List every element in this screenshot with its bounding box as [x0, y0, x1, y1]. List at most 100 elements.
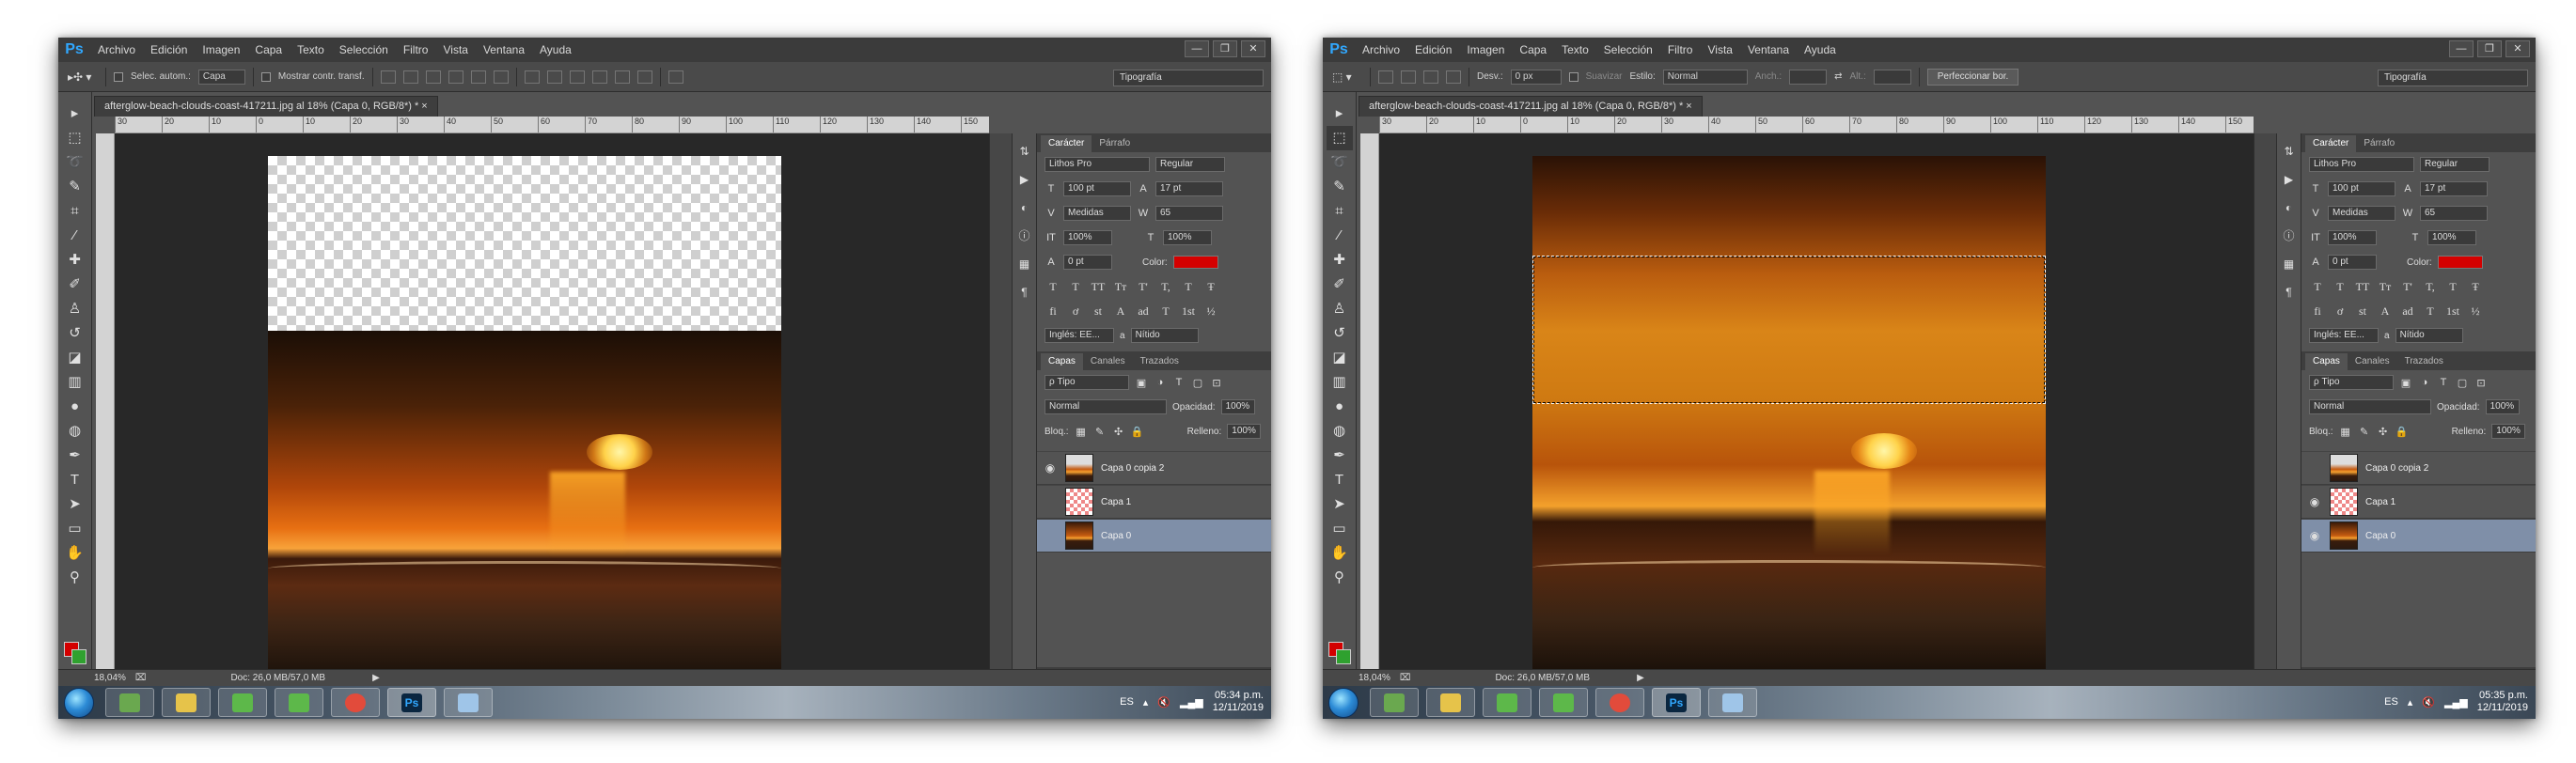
opacity-field[interactable]: 100%	[1220, 399, 1255, 414]
menu-ayuda[interactable]: Ayuda	[1804, 43, 1836, 56]
menu-texto[interactable]: Texto	[1562, 43, 1589, 56]
restore-button[interactable]: ❐	[1213, 40, 1237, 57]
leading-field[interactable]: 17 pt	[1155, 181, 1223, 196]
menu-edicion[interactable]: Edición	[150, 43, 187, 56]
volume-icon[interactable]: 🔇	[2422, 696, 2435, 708]
vertical-scale-field[interactable]: 100%	[2328, 230, 2377, 245]
alt-ligatures-button[interactable]: ơ	[2332, 304, 2348, 319]
paragraph-styles-icon[interactable]: ¶	[1016, 284, 1033, 301]
distribute-left-icon[interactable]	[591, 70, 607, 84]
superscript-button[interactable]: T'	[2399, 280, 2416, 294]
eraser-tool-icon[interactable]: ◪	[62, 346, 88, 370]
font-family-dropdown[interactable]: Lithos Pro	[2309, 157, 2414, 172]
eye-hidden-icon[interactable]	[2307, 460, 2322, 475]
play-icon[interactable]: ▶	[1016, 171, 1033, 188]
antialias-dropdown[interactable]: Nítido	[1130, 328, 1199, 343]
all-caps-button[interactable]: TT	[1090, 280, 1107, 294]
opacity-field[interactable]: 100%	[2485, 399, 2520, 414]
tab-channels[interactable]: Canales	[1083, 353, 1133, 370]
document-canvas[interactable]	[1532, 156, 2046, 669]
background-color-swatch[interactable]	[1336, 649, 1351, 664]
hand-tool-icon[interactable]: ✋	[1327, 541, 1353, 566]
lock-move-icon[interactable]: ✣	[1112, 426, 1125, 438]
swash-button[interactable]: A	[2377, 304, 2394, 319]
menu-vista[interactable]: Vista	[443, 43, 467, 56]
menu-texto[interactable]: Texto	[297, 43, 324, 56]
info-icon[interactable]: ⓘ	[2281, 227, 2298, 244]
subscript-button[interactable]: T,	[1157, 280, 1174, 294]
filter-adjust-icon[interactable]: ◑	[1154, 377, 1167, 388]
eye-icon[interactable]: ◉	[1043, 460, 1058, 475]
ornaments-button[interactable]: T	[2422, 304, 2439, 319]
pen-tool-icon[interactable]: ✒	[62, 444, 88, 468]
height-input[interactable]	[1873, 69, 1911, 85]
document-tab[interactable]: afterglow-beach-clouds-coast-417211.jpg …	[94, 96, 438, 117]
horizontal-scale-field[interactable]: 100%	[2427, 230, 2476, 245]
healing-tool-icon[interactable]: ✚	[1327, 248, 1353, 272]
eyedropper-tool-icon[interactable]: ⁄	[1327, 224, 1353, 248]
minimize-button[interactable]: —	[1185, 40, 1209, 57]
crop-tool-icon[interactable]: ⌗	[62, 199, 88, 224]
taskbar-app-2[interactable]	[1426, 688, 1475, 717]
auto-select-checkbox[interactable]	[114, 71, 123, 82]
baseline-field[interactable]: 0 pt	[1063, 255, 1112, 270]
brush-tool-icon[interactable]: ✐	[1327, 272, 1353, 297]
gradient-tool-icon[interactable]: ▥	[1327, 370, 1353, 395]
taskbar-app-4[interactable]	[275, 688, 323, 717]
ornaments-button[interactable]: T	[1157, 304, 1174, 319]
shape-tool-icon[interactable]: ▭	[1327, 517, 1353, 541]
gradient-tool-icon[interactable]: ▥	[62, 370, 88, 395]
new-selection-icon[interactable]	[1378, 70, 1393, 84]
feather-input[interactable]: 0 px	[1510, 69, 1562, 85]
faux-italic-button[interactable]: T	[1067, 280, 1084, 294]
info-icon[interactable]: ⓘ	[1016, 227, 1033, 244]
taskbar-app-5[interactable]	[1595, 688, 1644, 717]
kerning-field[interactable]: Medidas	[1063, 206, 1131, 221]
filter-smart-icon[interactable]: ⊡	[1210, 377, 1223, 389]
adjustments-icon[interactable]: ◐	[1016, 199, 1033, 216]
tab-layers[interactable]: Capas	[1041, 353, 1083, 370]
menu-edicion[interactable]: Edición	[1415, 43, 1452, 56]
close-button[interactable]: ✕	[1241, 40, 1265, 57]
start-button[interactable]	[1328, 688, 1359, 718]
auto-select-dropdown[interactable]: Capa	[197, 69, 245, 85]
auto-align-icon[interactable]	[668, 70, 683, 84]
ordinals-button[interactable]: 1st	[1180, 304, 1197, 319]
document-canvas[interactable]	[268, 156, 781, 669]
language-indicator[interactable]: ES	[1120, 696, 1134, 708]
marquee-tool-icon[interactable]: ⬚ ▾	[1332, 68, 1362, 86]
tracking-field[interactable]: 65	[2420, 206, 2488, 221]
font-size-field[interactable]: 100 pt	[1063, 181, 1131, 196]
distribute-right-icon[interactable]	[636, 70, 652, 84]
crop-tool-icon[interactable]: ⌗	[1327, 199, 1353, 224]
move-tool-icon[interactable]: ▸	[62, 101, 88, 126]
tab-character[interactable]: Carácter	[2305, 135, 2357, 152]
filter-text-icon[interactable]: T	[2437, 377, 2450, 388]
volume-icon[interactable]: 🔇	[1157, 696, 1170, 708]
background-color-swatch[interactable]	[71, 649, 86, 664]
panel-collapse-strip[interactable]	[2254, 133, 2276, 669]
dodge-tool-icon[interactable]: ◍	[62, 419, 88, 444]
share-icon[interactable]: ⌧	[1400, 673, 1411, 683]
menu-filtro[interactable]: Filtro	[1668, 43, 1693, 56]
lasso-tool-icon[interactable]: ➰	[1327, 150, 1353, 175]
lasso-tool-icon[interactable]: ➰	[62, 150, 88, 175]
type-tool-icon[interactable]: T	[62, 468, 88, 492]
eye-hidden-icon[interactable]	[1043, 528, 1058, 543]
type-tool-icon[interactable]: T	[1327, 468, 1353, 492]
alt-ligatures-button[interactable]: ơ	[1067, 304, 1084, 319]
font-family-dropdown[interactable]: Lithos Pro	[1045, 157, 1150, 172]
play-icon[interactable]: ▶	[2281, 171, 2298, 188]
align-bottom-icon[interactable]	[425, 70, 441, 84]
faux-italic-button[interactable]: T	[2332, 280, 2348, 294]
ordinals-button[interactable]: 1st	[2444, 304, 2461, 319]
language-indicator[interactable]: ES	[2384, 696, 2398, 708]
pen-tool-icon[interactable]: ✒	[1327, 444, 1353, 468]
status-arrow-icon[interactable]: ▶	[1637, 673, 1644, 683]
workspace-dropdown[interactable]: Tipografía	[2378, 70, 2528, 86]
small-caps-button[interactable]: Tт	[1112, 280, 1129, 294]
zoom-level[interactable]: 18,04%	[94, 673, 126, 683]
history-icon[interactable]: ⇅	[1016, 143, 1033, 160]
taskbar-app-4[interactable]	[1539, 688, 1588, 717]
fill-field[interactable]: 100%	[1227, 424, 1262, 439]
